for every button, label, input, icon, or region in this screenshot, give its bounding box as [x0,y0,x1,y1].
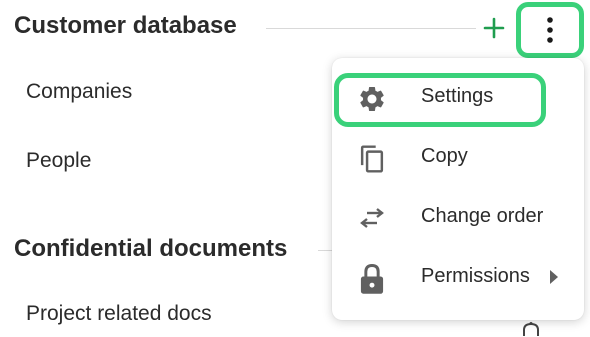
menu-item-label: Change order [421,205,544,227]
bell-icon[interactable] [518,322,544,336]
menu-item-label: Copy [421,145,468,167]
section-heading-confidential-documents[interactable]: Confidential documents [14,235,287,263]
heading-divider [318,250,332,251]
lock-icon [356,263,388,295]
menu-item-permissions[interactable]: Permissions [332,251,584,307]
gear-icon [356,83,388,115]
menu-item-settings[interactable]: Settings [332,71,584,127]
heading-divider [266,28,476,29]
sidebar-item-people[interactable]: People [26,149,91,173]
page: Customer database Companies People Confi… [0,0,590,337]
more-options-menu: Settings Copy Change order Permissions [332,58,584,320]
plus-icon [483,17,505,39]
copy-icon [356,143,388,175]
more-options-button[interactable] [516,2,584,58]
menu-item-label: Permissions [421,265,530,287]
swap-arrows-icon [356,203,388,235]
add-button[interactable] [478,12,510,44]
menu-item-copy[interactable]: Copy [332,131,584,187]
menu-item-label: Settings [421,85,494,107]
sidebar-item-companies[interactable]: Companies [26,80,132,104]
chevron-right-icon [550,270,558,289]
menu-item-change-order[interactable]: Change order [332,191,584,247]
more-vertical-icon [547,17,553,43]
sidebar-item-project-related-docs[interactable]: Project related docs [26,302,212,326]
section-heading-customer-database[interactable]: Customer database [14,12,237,40]
